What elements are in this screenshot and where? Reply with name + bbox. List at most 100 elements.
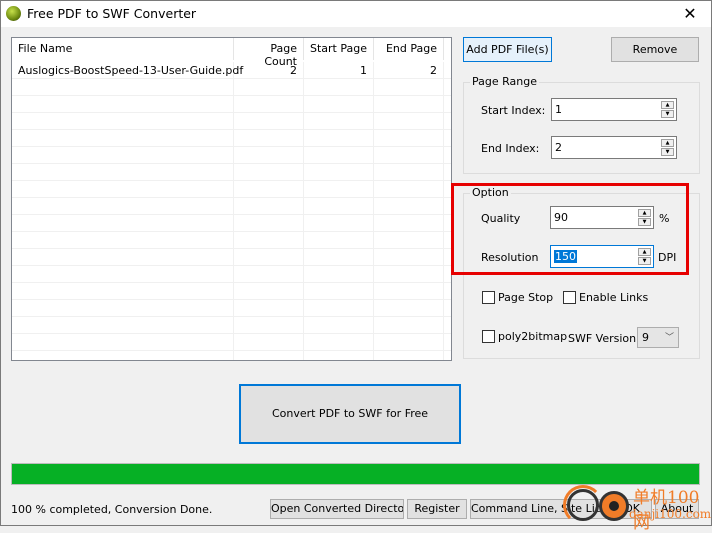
empty-cell [12, 198, 234, 215]
empty-cell [304, 79, 374, 96]
empty-cell [304, 334, 374, 351]
empty-cell [374, 181, 444, 198]
page-range-group: Page Range [463, 75, 700, 174]
watermark-circle-icon [567, 489, 599, 521]
spin-down-icon[interactable]: ▼ [661, 148, 674, 156]
empty-cell [12, 232, 234, 249]
empty-cell [304, 232, 374, 249]
register-button[interactable]: Register [407, 499, 467, 519]
empty-cell [304, 130, 374, 147]
empty-cell [12, 266, 234, 283]
end-index-spinner[interactable]: 2 ▲ ▼ [551, 136, 677, 159]
empty-cell [234, 96, 304, 113]
app-icon [6, 6, 21, 21]
empty-cell [12, 147, 234, 164]
column-header-file-name[interactable]: File Name [12, 38, 234, 60]
status-text: 100 % completed, Conversion Done. [11, 503, 213, 516]
title-bar: Free PDF to SWF Converter ✕ [1, 1, 711, 27]
empty-cell [374, 249, 444, 266]
empty-cell [12, 300, 234, 317]
empty-row [12, 215, 451, 232]
swf-version-select[interactable]: 9 ﹀ [637, 327, 679, 348]
empty-row [12, 164, 451, 181]
empty-cell [234, 198, 304, 215]
empty-cell [304, 215, 374, 232]
empty-cell [234, 283, 304, 300]
empty-cell [304, 266, 374, 283]
chevron-down-icon[interactable]: ﹀ [665, 330, 674, 343]
empty-cell [12, 283, 234, 300]
empty-cell [12, 79, 234, 96]
empty-cell [374, 198, 444, 215]
enable-links-checkbox[interactable]: Enable Links [563, 291, 648, 304]
spin-up-icon[interactable]: ▲ [661, 139, 674, 147]
empty-cell [234, 181, 304, 198]
empty-cell [12, 96, 234, 113]
column-header-page-count[interactable]: Page Count [234, 38, 304, 68]
empty-cell [234, 317, 304, 334]
poly2bitmap-label: poly2bitmap [498, 330, 568, 343]
empty-cell [304, 164, 374, 181]
empty-cell [304, 249, 374, 266]
empty-cell [374, 266, 444, 283]
empty-cell [374, 113, 444, 130]
empty-cell [374, 215, 444, 232]
end-index-value[interactable]: 2 [555, 141, 562, 154]
empty-cell [374, 130, 444, 147]
watermark: 单机100网 danji100.com [561, 483, 712, 533]
empty-cell [234, 334, 304, 351]
empty-cell [304, 147, 374, 164]
empty-row [12, 249, 451, 266]
empty-cell [234, 79, 304, 96]
empty-cell [234, 249, 304, 266]
empty-cell [12, 215, 234, 232]
checkbox-icon[interactable] [482, 291, 495, 304]
open-converted-directory-button[interactable]: Open Converted Directory [270, 499, 404, 519]
empty-row [12, 232, 451, 249]
progress-fill [12, 464, 699, 484]
empty-cell [234, 113, 304, 130]
start-index-value[interactable]: 1 [555, 103, 562, 116]
empty-row [12, 130, 451, 147]
empty-cell [304, 113, 374, 130]
empty-row [12, 181, 451, 198]
empty-cell [12, 334, 234, 351]
empty-cell [234, 266, 304, 283]
remove-button[interactable]: Remove [611, 37, 699, 62]
empty-cell [234, 130, 304, 147]
empty-row [12, 266, 451, 283]
table-row[interactable]: Auslogics-BoostSpeed-13-User-Guide.pdf 2… [12, 62, 451, 79]
empty-cell [12, 181, 234, 198]
empty-cell [374, 334, 444, 351]
poly2bitmap-checkbox[interactable]: poly2bitmap [482, 330, 567, 343]
watermark-dot-icon [609, 501, 619, 511]
swf-version-label: SWF Version [568, 332, 637, 345]
spin-down-icon[interactable]: ▼ [661, 110, 674, 118]
file-list[interactable]: File Name Page Count Start Page End Page… [11, 37, 452, 361]
add-pdf-files-button[interactable]: Add PDF File(s) [463, 37, 552, 62]
checkbox-icon[interactable] [482, 330, 495, 343]
empty-cell [374, 300, 444, 317]
spin-up-icon[interactable]: ▲ [661, 101, 674, 109]
empty-cell [12, 351, 234, 360]
empty-cell [12, 249, 234, 266]
checkbox-icon[interactable] [563, 291, 576, 304]
empty-cell [304, 198, 374, 215]
main-window: Free PDF to SWF Converter ✕ File Name Pa… [0, 0, 712, 533]
window-title: Free PDF to SWF Converter [27, 6, 197, 21]
empty-row [12, 334, 451, 351]
empty-row [12, 317, 451, 334]
empty-cell [374, 164, 444, 181]
empty-cell [234, 215, 304, 232]
close-icon[interactable]: ✕ [675, 3, 705, 25]
page-stop-label: Page Stop [498, 291, 554, 304]
empty-row [12, 300, 451, 317]
column-header-end-page[interactable]: End Page [374, 38, 444, 60]
start-index-spinner[interactable]: 1 ▲ ▼ [551, 98, 677, 121]
file-list-header: File Name Page Count Start Page End Page [12, 38, 451, 68]
column-header-start-page[interactable]: Start Page [304, 38, 374, 60]
empty-cell [12, 130, 234, 147]
convert-button[interactable]: Convert PDF to SWF for Free [239, 384, 461, 444]
empty-cell [304, 351, 374, 360]
page-stop-checkbox[interactable]: Page Stop [482, 291, 553, 304]
